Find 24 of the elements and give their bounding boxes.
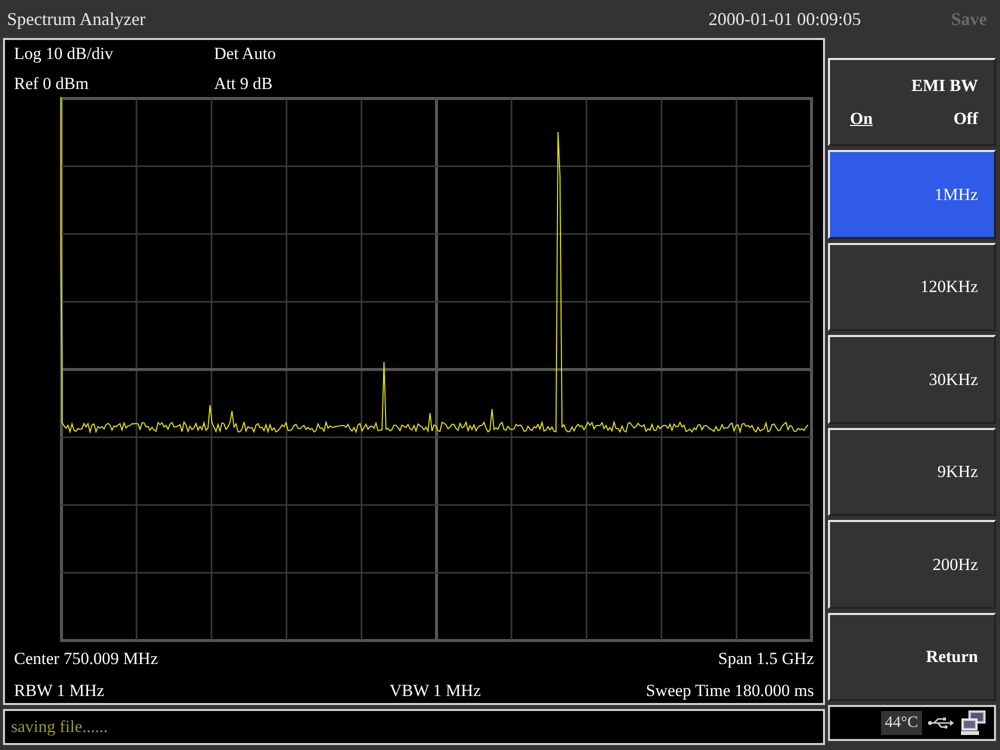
toggle-softkey[interactable]: EMI BW On Off [828, 58, 996, 146]
bandwidth-softkey[interactable]: 200Hz [828, 520, 996, 609]
span-label: Span 1.5 GHz [718, 648, 814, 670]
status-message: saving file...... [11, 716, 108, 738]
detector-label: Det Auto [214, 43, 276, 65]
vbw-label: VBW 1 MHz [389, 680, 481, 702]
attenuation-label: Att 9 dB [214, 72, 273, 94]
sweep-time-label: Sweep Time 180.000 ms [646, 680, 814, 702]
usb-icon [928, 717, 954, 729]
reference-label: Ref 0 dBm [14, 72, 90, 94]
center-frequency-label: Center 750.009 MHz [14, 648, 158, 670]
scale-label: Log 10 dB/div [14, 43, 114, 65]
bandwidth-softkey[interactable]: 30KHz [828, 335, 996, 424]
rbw-label: RBW 1 MHz [14, 680, 104, 702]
bandwidth-softkey[interactable]: 120KHz [828, 242, 996, 332]
network-computers-icon [960, 710, 988, 736]
toggle-option[interactable]: Off [953, 106, 978, 132]
return-softkey[interactable]: Return [828, 612, 996, 701]
bandwidth-softkey[interactable]: 9KHz [828, 428, 996, 516]
bandwidth-softkey[interactable]: 1MHz [828, 150, 996, 239]
window-title: Spectrum Analyzer [7, 8, 146, 31]
temperature-readout: 44°C [880, 711, 922, 735]
toggle-option[interactable]: On [850, 106, 873, 132]
date-time: 2000-01-01 00:09:05 [708, 8, 861, 30]
